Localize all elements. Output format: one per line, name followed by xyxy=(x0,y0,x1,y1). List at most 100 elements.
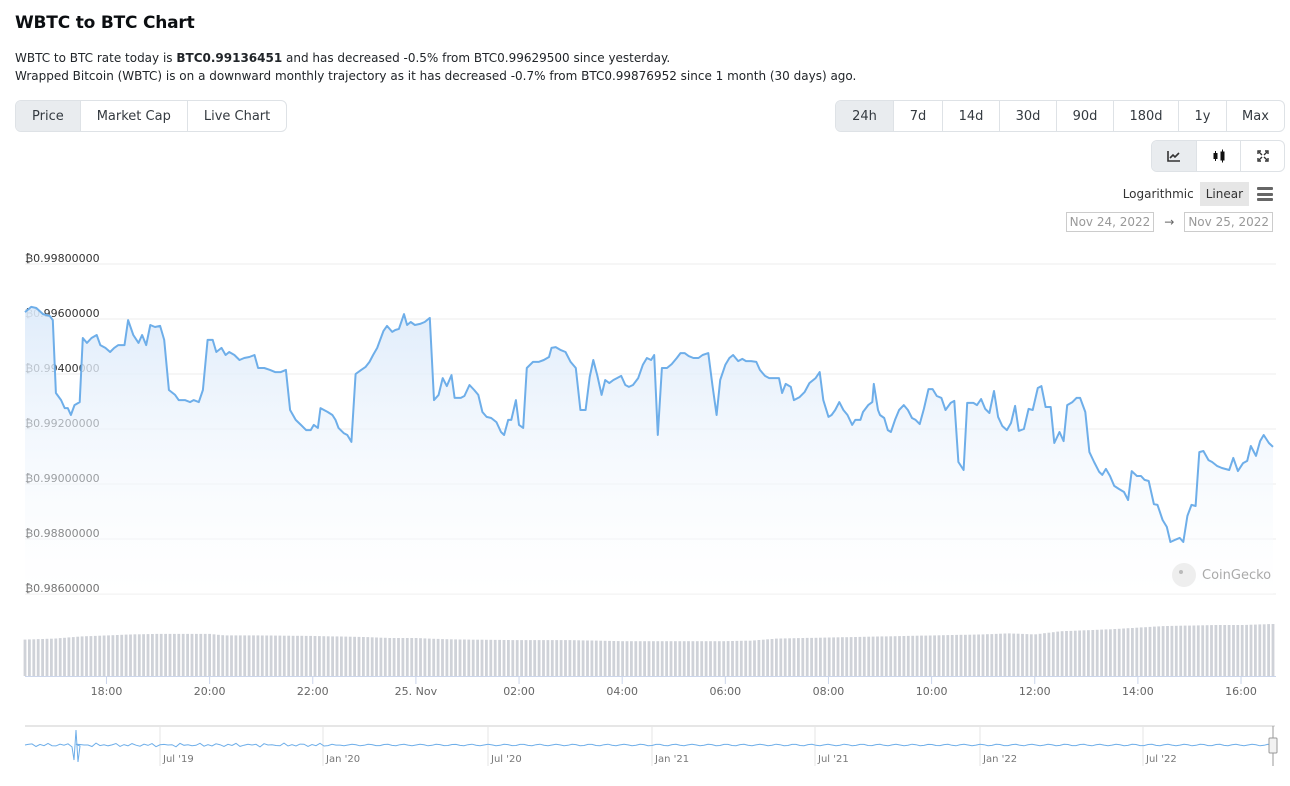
hamburger-menu-icon[interactable] xyxy=(1257,187,1273,201)
x-tick-label: 25. Nov xyxy=(395,685,438,698)
volume-bar xyxy=(485,639,488,676)
volume-bar xyxy=(1065,631,1068,676)
volume-bar xyxy=(1087,630,1090,676)
volume-bar xyxy=(146,634,150,676)
volume-bar xyxy=(823,637,827,676)
watermark-text: CoinGecko xyxy=(1202,568,1271,583)
volume-bar xyxy=(1029,634,1033,676)
date-from-input[interactable]: Nov 24, 2022 xyxy=(1065,212,1155,232)
volume-bar xyxy=(704,641,708,676)
tab-price[interactable]: Price xyxy=(16,101,80,131)
linear-option[interactable]: Linear xyxy=(1199,182,1249,206)
volume-bar xyxy=(340,636,343,676)
range-max[interactable]: Max xyxy=(1226,101,1284,131)
volume-bar xyxy=(309,635,312,676)
volume-bar xyxy=(375,637,378,676)
range-24h[interactable]: 24h xyxy=(836,101,893,131)
chart-type-tabs: Price Market Cap Live Chart xyxy=(15,100,288,132)
rate-description: WBTC to BTC rate today is BTC0.99136451 … xyxy=(15,49,856,85)
x-tick-label: 04:00 xyxy=(606,685,638,698)
volume-bar xyxy=(238,635,242,676)
volume-bar xyxy=(142,634,145,676)
volume-bar xyxy=(986,634,989,676)
volume-bar xyxy=(1144,627,1147,676)
volume-bar xyxy=(775,638,778,676)
volume-bar xyxy=(994,633,998,676)
range-30d[interactable]: 30d xyxy=(999,101,1056,131)
volume-bar xyxy=(137,634,141,676)
volume-bar xyxy=(388,638,392,676)
volume-bar xyxy=(1034,634,1038,676)
volume-bar xyxy=(467,639,471,676)
candlestick-button[interactable] xyxy=(1196,141,1240,171)
volume-bar xyxy=(335,636,339,676)
volume-bar xyxy=(98,635,102,676)
range-14d[interactable]: 14d xyxy=(942,101,999,131)
volume-bar xyxy=(296,635,299,676)
volume-bar xyxy=(344,636,348,676)
navigator: Jul '19 Jan '20 Jul '20 Jan '21 Jul '21 Jan '… xyxy=(24,725,1278,766)
logarithmic-option[interactable]: Logarithmic xyxy=(1117,182,1200,206)
chart-view-tabs xyxy=(1151,140,1285,172)
volume-bar xyxy=(353,636,356,676)
volume-bar xyxy=(735,640,739,676)
date-range-arrow: → xyxy=(1164,215,1175,229)
volume-bar xyxy=(630,641,633,676)
volume-bar xyxy=(928,635,932,676)
volume-bar xyxy=(252,635,255,676)
tab-market-cap[interactable]: Market Cap xyxy=(79,101,187,131)
price-chart[interactable]: ₿0.99800000₿0.99600000₿0.99400000₿0.9920… xyxy=(0,240,1290,786)
volume-bar xyxy=(151,634,154,676)
volume-bar xyxy=(1091,630,1095,676)
volume-bar xyxy=(58,638,62,676)
volume-bar xyxy=(441,639,444,676)
range-1y[interactable]: 1y xyxy=(1178,101,1226,131)
volume-bar xyxy=(93,635,97,676)
date-to-input[interactable]: Nov 25, 2022 xyxy=(1184,212,1273,232)
volume-bar xyxy=(1192,625,1196,676)
volume-bar xyxy=(1170,625,1174,676)
page-title: WBTC to BTC Chart xyxy=(15,13,195,33)
volume-bar xyxy=(1161,626,1165,676)
navigator-label: Jan '21 xyxy=(654,754,689,765)
fullscreen-icon xyxy=(1256,150,1269,162)
volume-bar xyxy=(788,638,791,676)
volume-bar xyxy=(801,638,805,676)
volume-bar xyxy=(854,637,857,676)
rate-change: and has decreased -0.5% from BTC0.996295… xyxy=(282,51,671,65)
volume-bar xyxy=(972,634,976,676)
volume-bar xyxy=(621,641,624,676)
x-tick-label: 18:00 xyxy=(91,685,123,698)
volume-bar xyxy=(243,635,247,676)
volume-bar xyxy=(274,635,277,676)
range-7d[interactable]: 7d xyxy=(893,101,942,131)
volume-bar xyxy=(678,641,682,676)
navigator-handle[interactable] xyxy=(1268,737,1278,754)
volume-bar xyxy=(542,640,545,676)
volume-bar xyxy=(871,636,875,676)
range-90d[interactable]: 90d xyxy=(1056,101,1113,131)
volume-bar xyxy=(770,639,774,676)
volume-bar xyxy=(120,634,124,676)
line-chart-icon xyxy=(1167,151,1180,162)
fullscreen-button[interactable] xyxy=(1240,141,1284,171)
volume-bar xyxy=(480,639,484,676)
price-area xyxy=(25,306,1273,594)
volume-bar xyxy=(981,634,985,676)
volume-bar xyxy=(322,636,326,676)
volume-bar xyxy=(586,640,589,676)
range-180d[interactable]: 180d xyxy=(1113,101,1178,131)
volume-bar xyxy=(999,633,1002,676)
volume-bar xyxy=(212,634,216,676)
tab-live-chart[interactable]: Live Chart xyxy=(186,101,286,131)
volume-bar xyxy=(691,641,695,676)
volume-bar xyxy=(247,635,251,676)
x-tick-label: 12:00 xyxy=(1019,685,1051,698)
volume-bar xyxy=(1271,624,1275,676)
volume-bar xyxy=(1245,624,1248,676)
volume-bar xyxy=(300,635,304,676)
volume-bar xyxy=(942,635,945,676)
navigator-label: Jul '20 xyxy=(490,754,522,765)
volume-bar xyxy=(564,640,567,676)
line-chart-button[interactable] xyxy=(1152,141,1196,171)
